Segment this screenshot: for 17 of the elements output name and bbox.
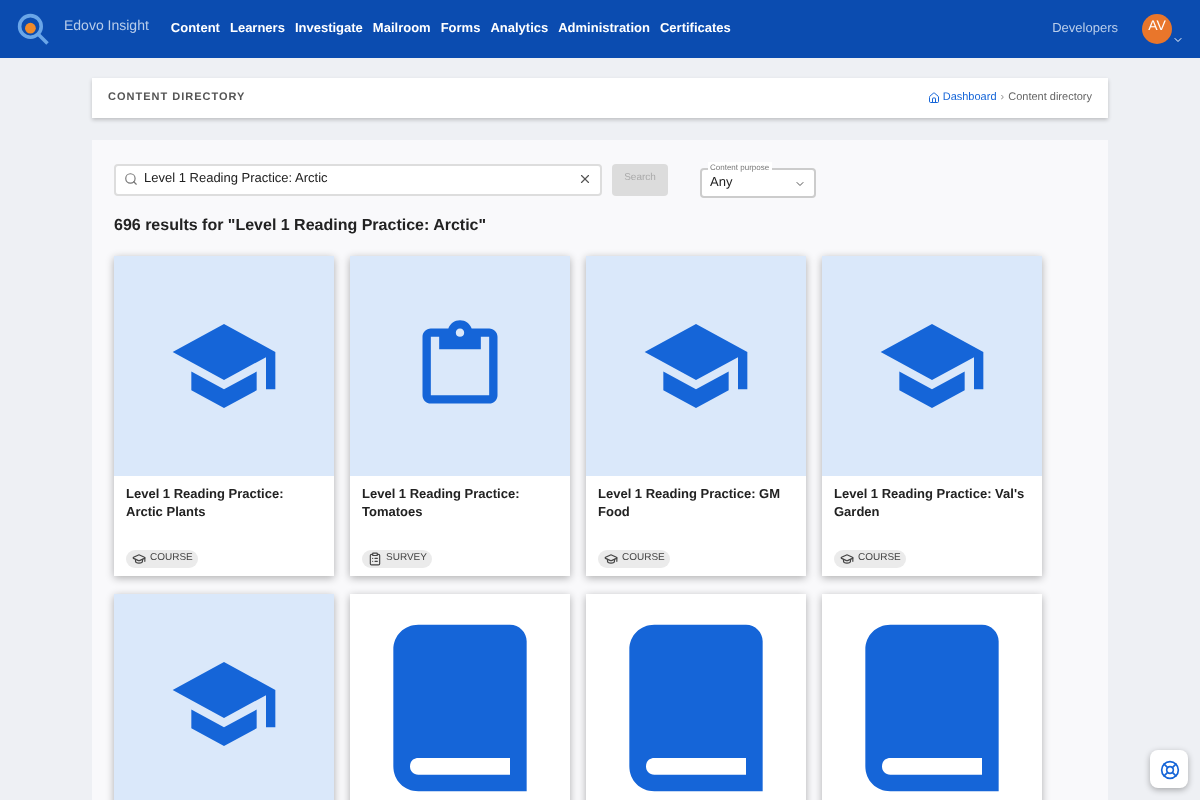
help-button[interactable] — [1150, 750, 1188, 788]
search-icon — [124, 172, 138, 186]
lifebuoy-icon — [1159, 759, 1179, 779]
logo-icon — [16, 11, 52, 47]
content-card[interactable] — [114, 594, 334, 800]
caret-icon[interactable] — [1172, 34, 1184, 46]
clear-icon[interactable] — [578, 172, 592, 186]
clipboard-icon — [368, 551, 382, 566]
graduation-cap-icon — [132, 551, 146, 566]
caret-icon — [794, 177, 806, 189]
content-card[interactable] — [350, 594, 570, 800]
graduation-cap-icon — [840, 551, 854, 566]
content-card[interactable] — [822, 594, 1042, 800]
graduation-cap-icon — [604, 551, 618, 566]
content-card[interactable] — [586, 594, 806, 800]
home-icon — [928, 92, 941, 104]
results-heading: 696 results for "Level 1 Reading Practice: Arctic" — [114, 214, 489, 238]
